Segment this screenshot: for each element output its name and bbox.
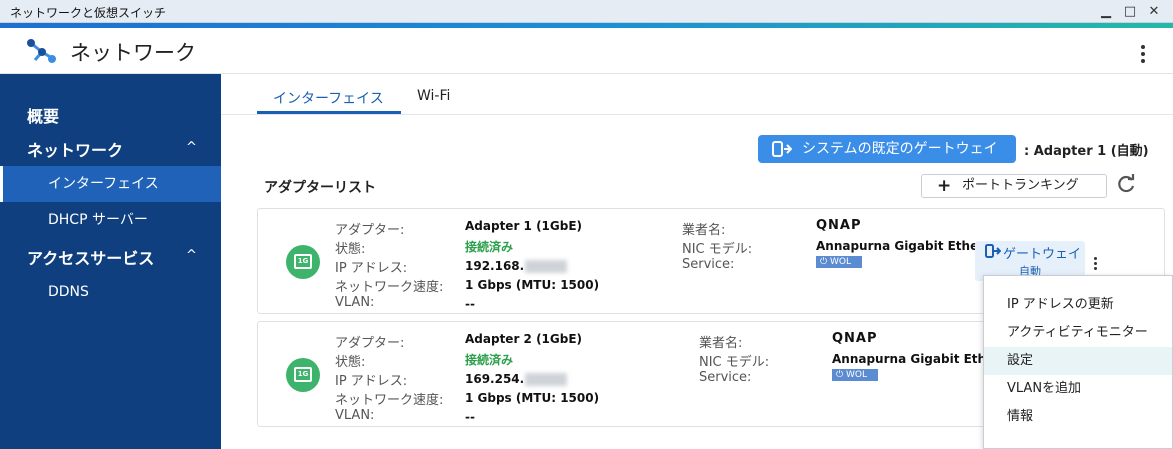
wol-badge: ⏻ WOL xyxy=(832,369,878,381)
plus-icon: + xyxy=(937,176,952,196)
vlan-value: -- xyxy=(465,297,475,311)
status-label: 状態: xyxy=(335,355,366,370)
sidebar-item-overview[interactable]: 概要 xyxy=(27,103,59,127)
chevron-up-icon[interactable]: ^ xyxy=(186,248,197,263)
gigabit-port-icon: 1G xyxy=(286,358,320,392)
gateway-tag-label: ゲートウェイ xyxy=(1003,247,1082,262)
menu-item-renew-ip[interactable]: IP アドレスの更新 xyxy=(984,291,1172,319)
ip-label: IP アドレス: xyxy=(335,374,408,389)
qnap-logo: QNAP xyxy=(816,218,862,233)
maximize-button[interactable]: □ xyxy=(1121,3,1139,21)
port-trunking-label: ポートトランキング xyxy=(962,178,1079,193)
nic-model-value: Annapurna Gigabit Ethern xyxy=(816,239,993,253)
status-badge: 接続済み xyxy=(465,240,514,254)
app-header: ネットワーク xyxy=(0,28,1173,74)
window-title: ネットワークと仮想スイッチ xyxy=(10,6,167,20)
ip-address-value: 192.168. xyxy=(465,259,568,273)
adapter-name: Adapter 1 (1GbE) xyxy=(465,219,583,233)
ip-address-value: 169.254. xyxy=(465,372,568,386)
menu-item-add-vlan[interactable]: VLANを追加 xyxy=(984,375,1172,403)
vlan-value: -- xyxy=(465,410,475,424)
default-gateway-button[interactable]: システムの既定のゲートウェイ xyxy=(758,135,1016,163)
minimize-button[interactable]: ▁ xyxy=(1097,3,1115,21)
default-gateway-label: システムの既定のゲートウェイ xyxy=(802,141,998,157)
status-badge: 接続済み xyxy=(465,353,514,367)
more-options-icon[interactable] xyxy=(1140,45,1146,65)
default-gateway-value: : Adapter 1 (自動) xyxy=(1024,144,1149,159)
sidebar: 概要 ネットワーク ^ インターフェイス DHCP サーバー アクセスサービス … xyxy=(0,74,221,449)
sidebar-item-ddns[interactable]: DDNS xyxy=(0,274,221,310)
vendor-label: 業者名: xyxy=(699,336,743,351)
network-speed-value: 1 Gbps (MTU: 1500) xyxy=(465,278,600,292)
adapter-list-title: アダプターリスト xyxy=(264,180,376,196)
vlan-label: VLAN: xyxy=(335,408,375,423)
chevron-up-icon[interactable]: ^ xyxy=(186,140,197,155)
menu-item-activity-monitor[interactable]: アクティビティモニター xyxy=(984,319,1172,347)
sidebar-item-dhcp-server[interactable]: DHCP サーバー xyxy=(0,202,221,238)
gateway-icon xyxy=(985,244,1001,258)
service-label: Service: xyxy=(682,257,735,272)
adapter-context-menu: IP アドレスの更新 アクティビティモニター 設定 VLANを追加 情報 xyxy=(983,275,1173,449)
menu-item-info[interactable]: 情報 xyxy=(984,403,1172,431)
tab-interface[interactable]: インターフェイス xyxy=(273,88,384,108)
nic-model-label: NIC モデル: xyxy=(682,242,753,257)
ip-label: IP アドレス: xyxy=(335,261,408,276)
gigabit-port-icon: 1G xyxy=(286,245,320,279)
tab-wifi[interactable]: Wi-Fi xyxy=(417,88,450,104)
adapter-name: Adapter 2 (1GbE) xyxy=(465,332,583,346)
service-label: Service: xyxy=(699,370,752,385)
network-app-icon xyxy=(27,39,56,63)
vendor-label: 業者名: xyxy=(682,223,726,238)
status-label: 状態: xyxy=(335,242,366,257)
tab-divider xyxy=(221,114,1173,115)
sidebar-item-interface[interactable]: インターフェイス xyxy=(0,166,221,202)
port-trunking-button[interactable]: + ポートトランキング xyxy=(921,174,1107,198)
adapter-more-icon[interactable] xyxy=(1094,257,1098,272)
sidebar-group-access-services[interactable]: アクセスサービス xyxy=(27,245,154,269)
gateway-icon xyxy=(772,141,792,157)
app-title: ネットワーク xyxy=(70,41,196,65)
adapter-label: アダプター: xyxy=(335,223,405,238)
refresh-icon[interactable] xyxy=(1115,173,1137,195)
close-button[interactable]: ✕ xyxy=(1145,3,1163,21)
qnap-logo: QNAP xyxy=(832,331,878,346)
menu-item-settings[interactable]: 設定 xyxy=(984,347,1172,375)
window-titlebar: ネットワークと仮想スイッチ ▁ □ ✕ xyxy=(0,0,1173,23)
wol-badge: ⏻ WOL xyxy=(816,256,862,268)
vlan-label: VLAN: xyxy=(335,295,375,310)
nic-model-label: NIC モデル: xyxy=(699,355,770,370)
speed-label: ネットワーク速度: xyxy=(335,393,444,408)
adapter-label: アダプター: xyxy=(335,336,405,351)
sidebar-group-network[interactable]: ネットワーク xyxy=(27,137,123,161)
network-speed-value: 1 Gbps (MTU: 1500) xyxy=(465,391,600,405)
speed-label: ネットワーク速度: xyxy=(335,280,444,295)
